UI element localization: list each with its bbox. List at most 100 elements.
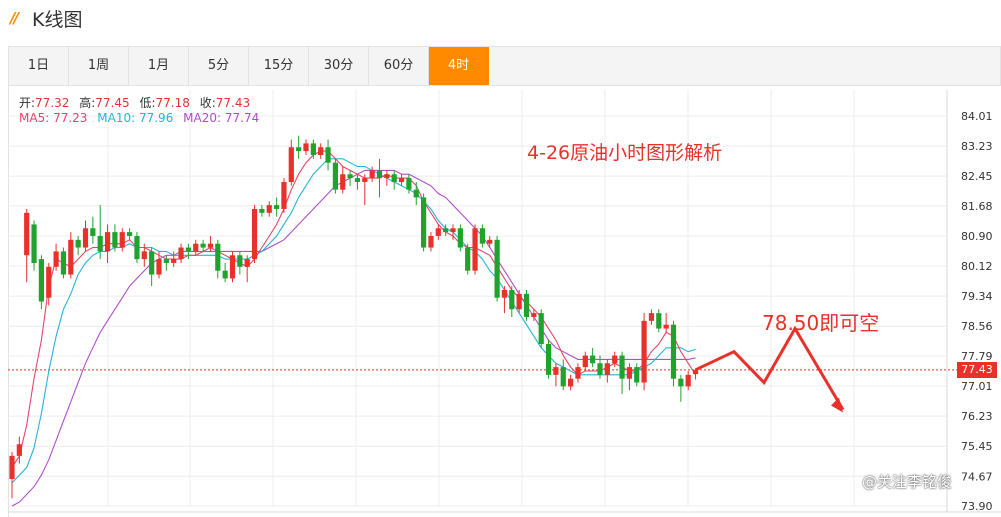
y-tick-label: 82.45 xyxy=(961,170,993,183)
candle-body xyxy=(501,289,508,298)
close-value: 77.43 xyxy=(215,96,251,110)
candle-body xyxy=(626,367,632,379)
candle-body xyxy=(398,178,405,182)
y-tick-label: 84.01 xyxy=(961,110,993,123)
analysis-title: 4-26原油小时图形解析 xyxy=(527,142,723,164)
ohlc-readout: 开:77.32 高:77.45 低:77.18 收:77.43 xyxy=(19,96,256,111)
candle-body xyxy=(641,320,647,383)
candle-body xyxy=(127,232,133,236)
candle-body xyxy=(685,374,691,387)
candle-body xyxy=(347,174,353,179)
candle-body xyxy=(472,228,478,271)
open-label: 开: xyxy=(19,96,36,110)
candle-body xyxy=(384,174,390,179)
candle-body xyxy=(200,243,206,248)
candle-body xyxy=(31,224,37,263)
ma-legend: MA5: 77.23 MA10: 77.96 MA20: 77.74 xyxy=(19,111,259,126)
candle-body xyxy=(185,247,191,252)
candle-body xyxy=(281,181,287,209)
candle-body xyxy=(149,251,155,275)
candle-body xyxy=(443,228,449,233)
candle-body xyxy=(413,189,419,198)
candle-body xyxy=(82,228,89,248)
candle-body xyxy=(582,355,588,368)
candle-body xyxy=(340,174,346,190)
ma20-label: MA20: xyxy=(183,111,222,125)
candle-body xyxy=(545,343,552,375)
candle-body xyxy=(274,205,280,209)
candle-body xyxy=(560,367,566,387)
candle-body xyxy=(619,355,625,379)
projection-path xyxy=(694,325,845,411)
candle-body xyxy=(376,170,383,179)
candle-body xyxy=(207,243,214,248)
y-tick-label: 83.23 xyxy=(961,140,993,153)
candle-body xyxy=(575,367,581,379)
candle-body xyxy=(134,235,140,260)
candle-body xyxy=(479,228,485,244)
candle-body xyxy=(296,147,302,152)
high-label: 高: xyxy=(79,96,96,110)
candle-body xyxy=(16,444,22,456)
candle-body xyxy=(538,313,544,344)
candle-body xyxy=(75,239,81,248)
candle-body xyxy=(104,232,111,252)
candle-body xyxy=(222,270,228,279)
candle-body xyxy=(531,313,537,317)
candle-body xyxy=(457,228,463,248)
candle-body xyxy=(310,143,316,155)
ma5-value: 77.23 xyxy=(53,111,88,125)
candle-body xyxy=(318,147,324,155)
ma20-line xyxy=(11,169,696,507)
y-tick-label: 77.79 xyxy=(961,350,993,363)
candle-body xyxy=(597,363,603,375)
candle-body xyxy=(60,251,67,275)
candle-body xyxy=(612,355,618,364)
candle-body xyxy=(24,212,30,256)
ma10-line xyxy=(11,158,696,484)
candle-body xyxy=(229,255,236,279)
candle-body xyxy=(53,251,59,267)
y-tick-label: 73.90 xyxy=(961,500,993,513)
candle-body xyxy=(406,178,412,190)
candle-body xyxy=(487,239,493,244)
watermark: @关注李铭俊 xyxy=(862,471,952,492)
candle-body xyxy=(670,324,677,379)
candle-body xyxy=(332,162,338,190)
low-label: 低: xyxy=(139,96,156,110)
candle-body xyxy=(663,324,669,329)
close-label: 收: xyxy=(199,96,216,110)
candle-body xyxy=(178,247,184,260)
candle-body xyxy=(362,178,368,182)
candle-body xyxy=(46,266,52,298)
candle-body xyxy=(237,255,243,267)
ma5-label: MA5: xyxy=(19,111,50,125)
y-tick-label: 76.23 xyxy=(961,410,993,423)
candle-body xyxy=(259,208,265,213)
y-tick-label: 81.68 xyxy=(961,200,993,213)
candle-body xyxy=(568,378,574,387)
candle-body xyxy=(193,243,199,252)
candle-body xyxy=(303,143,309,152)
candle-body xyxy=(678,378,684,387)
candle-body xyxy=(391,174,397,182)
candlestick-chart: 84.01 83.23 82.45 81.68 80.90 80.12 79.34 78.56… xyxy=(8,90,1001,513)
candle-body xyxy=(215,243,221,271)
high-value: 77.45 xyxy=(95,96,130,110)
candle-body xyxy=(450,228,456,233)
y-tick-label: 80.12 xyxy=(961,260,993,273)
candle-body xyxy=(421,197,427,248)
open-value: 77.32 xyxy=(35,96,70,110)
at-icon: @ xyxy=(862,473,877,491)
candle-body xyxy=(494,239,500,298)
y-tick-label: 80.90 xyxy=(961,230,993,243)
candle-body xyxy=(266,205,272,213)
current-price-tag: 77.43 xyxy=(957,362,997,378)
y-tick-label: 75.45 xyxy=(961,440,993,453)
y-tick-label: 77.01 xyxy=(961,380,993,393)
candle-body xyxy=(325,147,331,163)
candle-body xyxy=(656,313,662,329)
short-level-annotation: 78.50即可空 xyxy=(762,311,880,335)
candle-body xyxy=(604,363,610,375)
candle-body xyxy=(523,293,530,317)
